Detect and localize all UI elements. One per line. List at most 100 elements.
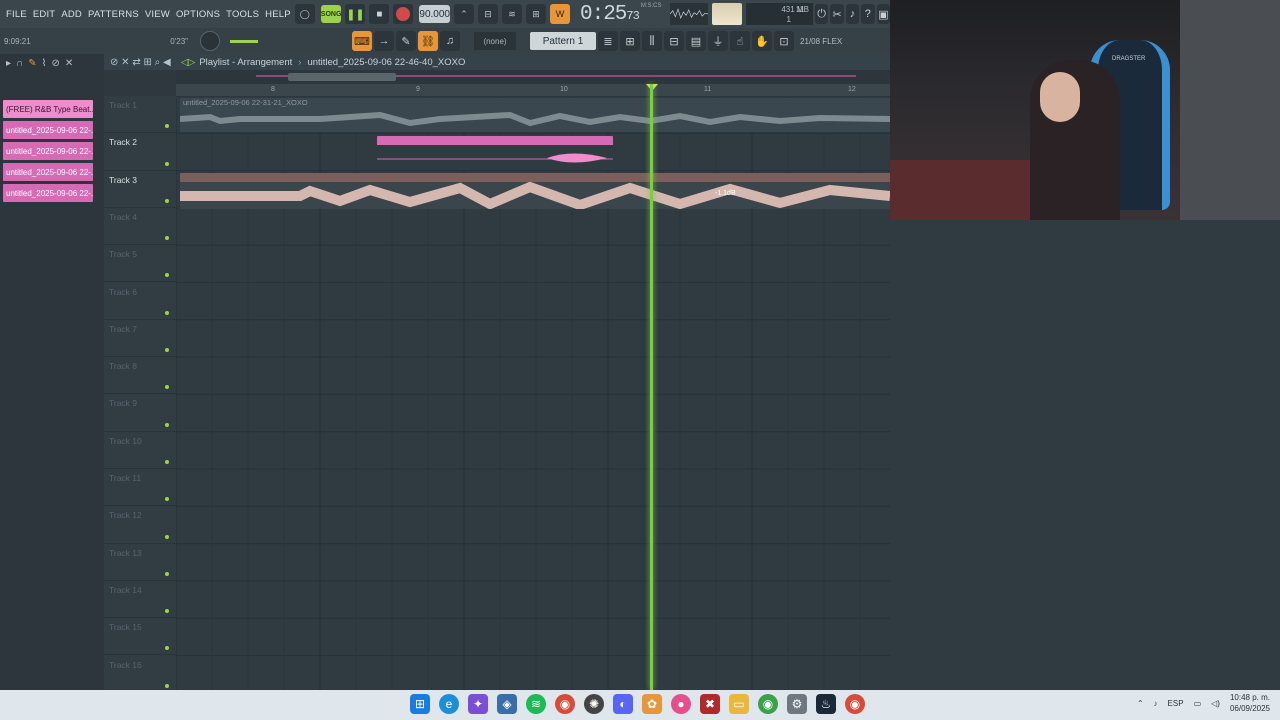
track-header[interactable]: Track 8 bbox=[104, 357, 176, 395]
link-icon[interactable]: ⛓ bbox=[418, 31, 438, 51]
list-item[interactable]: untitled_2025-09-06 22-... bbox=[3, 163, 93, 181]
track-enable-led[interactable] bbox=[165, 348, 169, 353]
pencil-icon[interactable]: ✎ bbox=[28, 58, 36, 69]
steam-icon[interactable]: ♨ bbox=[816, 694, 836, 714]
pause-button[interactable]: ❚❚ bbox=[345, 4, 366, 24]
chevron-up-icon[interactable]: ⌃ bbox=[1137, 699, 1144, 708]
track-enable-led[interactable] bbox=[165, 497, 169, 502]
playhead-line[interactable] bbox=[650, 84, 653, 690]
playlist-grid[interactable]: untitled_2025-09-06 22-31-21_XOXO untitl… bbox=[176, 96, 890, 690]
song-mode-button[interactable]: SONG bbox=[320, 5, 342, 23]
record-button[interactable] bbox=[393, 4, 414, 24]
browser-icon[interactable]: ⊟ bbox=[664, 31, 684, 51]
hint-knob-icon[interactable]: ◯ bbox=[294, 4, 315, 24]
tools-icon[interactable]: ✂ bbox=[830, 4, 844, 24]
wait-input-icon[interactable]: ⊟ bbox=[478, 4, 498, 24]
song-overview[interactable] bbox=[176, 70, 890, 84]
tempo-display[interactable]: 90.000 bbox=[419, 5, 450, 23]
piano-roll-icon[interactable]: ⌨ bbox=[352, 31, 372, 51]
track-header[interactable]: Track 14 bbox=[104, 581, 176, 619]
track-enable-led[interactable] bbox=[165, 198, 169, 203]
mixer-icon[interactable]: ⫼ bbox=[642, 31, 662, 51]
language-indicator[interactable]: ESP bbox=[1168, 699, 1184, 708]
countdown-icon[interactable]: ≋ bbox=[502, 4, 522, 24]
bell-icon[interactable]: ♫ bbox=[440, 31, 460, 51]
pen-icon[interactable]: ✎ bbox=[396, 31, 416, 51]
menu-edit[interactable]: EDIT bbox=[33, 9, 55, 20]
track-header[interactable]: Track 7 bbox=[104, 320, 176, 358]
list-item[interactable]: (FREE) R&B Type Beat... bbox=[3, 100, 93, 118]
timeline-ruler[interactable]: 8 9 10 11 12 bbox=[176, 84, 890, 96]
track-header[interactable]: Track 12 bbox=[104, 506, 176, 544]
arrow-right-icon[interactable]: → bbox=[374, 31, 394, 51]
channel-rack-icon[interactable]: ⊞ bbox=[620, 31, 640, 51]
power-icon[interactable]: ⏻ bbox=[814, 4, 829, 24]
track-header[interactable]: Track 1 bbox=[104, 96, 176, 134]
brush-icon[interactable]: ⌇ bbox=[42, 58, 47, 69]
menu-options[interactable]: OPTIONS bbox=[176, 9, 220, 20]
delete-icon[interactable]: ⊘ bbox=[52, 58, 60, 69]
audio-clip-track2[interactable]: untitled_2025-09-06 22-46-40_XOXO bbox=[377, 136, 613, 170]
windows-start-icon[interactable]: ⊞ bbox=[410, 694, 430, 714]
app-icon[interactable]: ◈ bbox=[497, 694, 517, 714]
edge-icon[interactable]: e bbox=[439, 694, 459, 714]
plugin-icon[interactable]: ▤ bbox=[686, 31, 706, 51]
system-clock[interactable]: 10:48 p. m. 06/09/2025 bbox=[1230, 692, 1270, 714]
magnet-icon[interactable]: ∩ bbox=[16, 58, 23, 69]
loop-record-icon[interactable]: W bbox=[550, 4, 570, 24]
track-enable-led[interactable] bbox=[165, 571, 169, 576]
list-item[interactable]: untitled_2025-09-06 22-... bbox=[3, 142, 93, 160]
overview-scroll-handle[interactable] bbox=[288, 73, 396, 81]
playlist-grid-right[interactable] bbox=[890, 220, 1280, 690]
spotify-icon[interactable]: ≋ bbox=[526, 694, 546, 714]
track-header[interactable]: Track 6 bbox=[104, 283, 176, 320]
menu-tools[interactable]: TOOLS bbox=[226, 9, 259, 20]
stop-button[interactable]: ■ bbox=[369, 4, 390, 24]
track-enable-led[interactable] bbox=[165, 683, 169, 688]
network-icon[interactable]: ▭ bbox=[1194, 699, 1202, 708]
track-header[interactable]: Track 5 bbox=[104, 245, 176, 283]
master-pitch-knob[interactable] bbox=[200, 31, 220, 51]
pattern-selector[interactable]: Pattern 1 bbox=[530, 32, 596, 50]
help-icon[interactable]: ? bbox=[861, 4, 875, 24]
app-red-icon[interactable]: ✖ bbox=[700, 694, 720, 714]
track-header[interactable]: Track 10 bbox=[104, 432, 176, 469]
master-volume-slider[interactable] bbox=[230, 39, 258, 43]
track-enable-led[interactable] bbox=[165, 124, 169, 129]
discord-icon[interactable]: ◐ bbox=[613, 694, 633, 714]
microphone-tray-icon[interactable]: ♪ bbox=[1154, 699, 1158, 708]
track-header[interactable]: Track 15 bbox=[104, 618, 176, 656]
hand-icon[interactable]: ✋ bbox=[752, 31, 772, 51]
track-header[interactable]: Track 2 bbox=[104, 133, 176, 171]
microphone-icon[interactable]: ♪ bbox=[845, 4, 860, 24]
track-header[interactable]: Track 11 bbox=[104, 469, 176, 507]
plug-icon[interactable]: ⏚ bbox=[708, 31, 728, 51]
save-icon[interactable]: ▣ bbox=[876, 4, 890, 24]
playlist-tool-icons[interactable]: ⊘ ✕ ⇄ ⊞ ⌕ ◀ bbox=[110, 57, 171, 68]
track-enable-led[interactable] bbox=[165, 310, 169, 315]
track-enable-led[interactable] bbox=[165, 236, 169, 241]
track-enable-led[interactable] bbox=[165, 646, 169, 651]
step-edit-icon[interactable]: ⊞ bbox=[526, 4, 546, 24]
list-item[interactable]: untitled_2025-09-06 22-... bbox=[3, 121, 93, 139]
track-header[interactable]: Track 3 bbox=[104, 171, 176, 208]
track-header[interactable]: Track 13 bbox=[104, 544, 176, 581]
list-item[interactable]: untitled_2025-09-06 22-... bbox=[3, 184, 93, 202]
track-enable-led[interactable] bbox=[165, 161, 169, 166]
cart-icon[interactable]: ⊡ bbox=[774, 31, 794, 51]
mute-icon[interactable]: ✕ bbox=[65, 58, 73, 69]
snap-dropdown[interactable]: (none) bbox=[474, 32, 516, 50]
menu-file[interactable]: FILE bbox=[6, 9, 27, 20]
track-enable-led[interactable] bbox=[165, 459, 169, 464]
menu-patterns[interactable]: PATTERNS bbox=[88, 9, 139, 20]
track-enable-led[interactable] bbox=[165, 534, 169, 539]
track-header[interactable]: Track 9 bbox=[104, 394, 176, 432]
app-pink-icon[interactable]: ● bbox=[671, 694, 691, 714]
track-header[interactable]: Track 16 bbox=[104, 656, 176, 693]
menu-view[interactable]: VIEW bbox=[145, 9, 170, 20]
track-enable-led[interactable] bbox=[165, 385, 169, 390]
arrow-icon[interactable]: ▸ bbox=[6, 58, 11, 69]
audio-clip-track3[interactable]: [FREE] R&B Type Beat - Tell Me - Heartbr… bbox=[180, 173, 890, 209]
track-header[interactable]: Track 4 bbox=[104, 208, 176, 246]
track-enable-led[interactable] bbox=[165, 609, 169, 614]
